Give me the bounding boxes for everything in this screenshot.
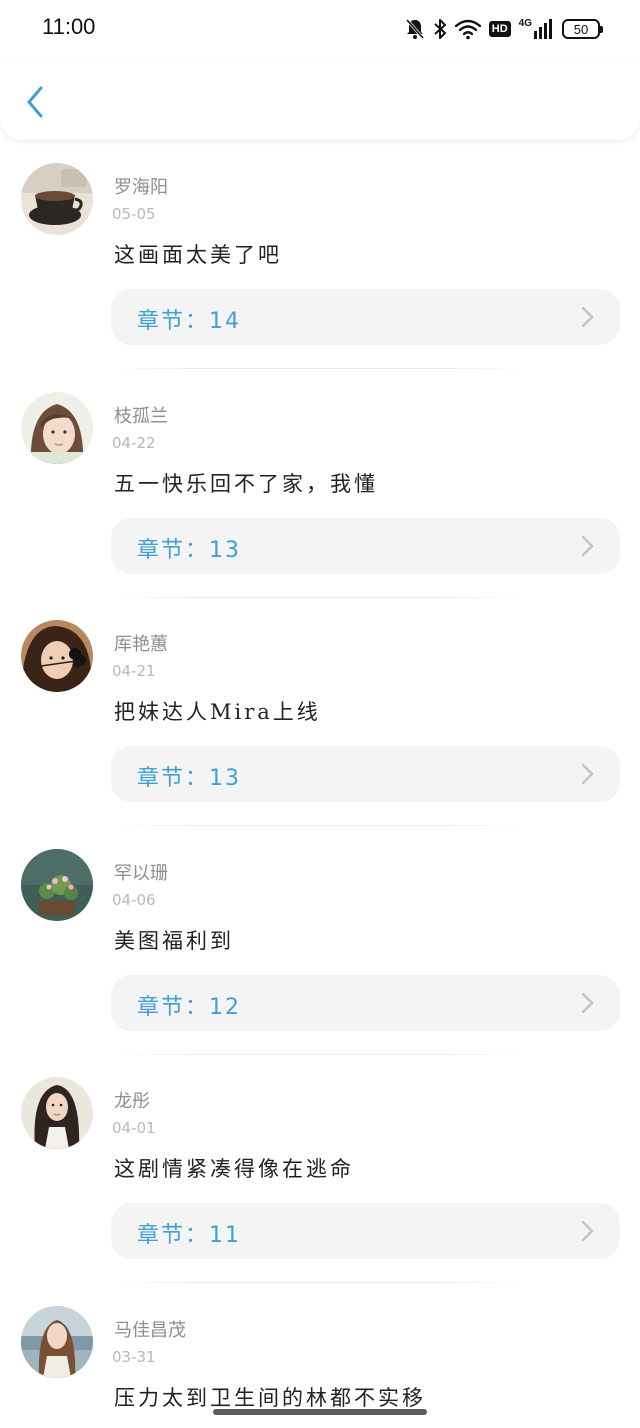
comment-text: 压力太到卫生间的林都不实移 bbox=[114, 1386, 426, 1410]
chapter-link[interactable]: 章节：14 bbox=[111, 289, 620, 345]
comment-text: 把妹达人Mira上线 bbox=[114, 700, 321, 724]
child-flower-avatar[interactable] bbox=[21, 620, 93, 692]
chevron-right-icon bbox=[581, 535, 594, 557]
comment-date: 04-21 bbox=[112, 662, 156, 680]
chevron-right-icon bbox=[581, 992, 594, 1014]
chapter-link[interactable]: 章节：13 bbox=[111, 518, 620, 574]
chevron-left-icon bbox=[27, 86, 43, 118]
user-name: 罗海阳 bbox=[114, 177, 168, 198]
girl-portrait-avatar[interactable] bbox=[21, 392, 93, 464]
bluetooth-icon bbox=[433, 18, 447, 40]
divider bbox=[111, 368, 526, 369]
user-name: 罕以珊 bbox=[114, 863, 168, 884]
battery-icon: 50 bbox=[562, 19, 603, 39]
home-indicator[interactable] bbox=[213, 1409, 427, 1415]
chapter-label: 章节：13 bbox=[137, 766, 241, 791]
battery-level: 50 bbox=[573, 21, 589, 37]
chapter-label: 章节：13 bbox=[137, 538, 241, 563]
comment-date: 05-05 bbox=[112, 205, 156, 223]
chevron-right-icon bbox=[581, 306, 594, 328]
comment-date: 04-22 bbox=[112, 434, 156, 452]
chapter-label: 章节：14 bbox=[137, 309, 241, 334]
chevron-right-icon bbox=[581, 1220, 594, 1242]
comment-text: 这剧情紧凑得像在逃命 bbox=[114, 1157, 354, 1181]
divider bbox=[111, 1282, 526, 1283]
back-button[interactable] bbox=[18, 82, 52, 122]
comment-text: 美图福利到 bbox=[114, 929, 234, 953]
mute-bell-icon bbox=[405, 18, 425, 40]
chapter-link[interactable]: 章节：12 bbox=[111, 975, 620, 1031]
chapter-label: 章节：12 bbox=[137, 995, 241, 1020]
top-nav-bar bbox=[0, 58, 640, 140]
comment-date: 04-06 bbox=[112, 891, 156, 909]
network-type-label: 4G bbox=[518, 18, 532, 29]
status-bar: 11:00 HD 4G 50 bbox=[0, 0, 640, 58]
chevron-right-icon bbox=[581, 763, 594, 785]
comment-date: 03-31 bbox=[112, 1348, 156, 1366]
chapter-label: 章节：11 bbox=[137, 1223, 241, 1248]
chapter-link[interactable]: 章节：13 bbox=[111, 746, 620, 802]
user-name: 厍艳蕙 bbox=[114, 634, 168, 655]
status-icons: HD 4G 50 bbox=[405, 16, 603, 42]
woman-long-hair-avatar[interactable] bbox=[21, 1077, 93, 1149]
status-time: 11:00 bbox=[42, 14, 96, 39]
comment-text: 这画面太美了吧 bbox=[114, 243, 282, 267]
coffee-cup-avatar[interactable] bbox=[21, 163, 93, 235]
hd-badge: HD bbox=[488, 21, 511, 37]
cellular-signal-icon: 4G bbox=[519, 19, 554, 39]
user-name: 马佳昌茂 bbox=[114, 1320, 186, 1341]
divider bbox=[111, 597, 526, 598]
comment-text: 五一快乐回不了家，我懂 bbox=[114, 472, 378, 496]
comment-date: 04-01 bbox=[112, 1119, 156, 1137]
woman-seaside-avatar[interactable] bbox=[21, 1306, 93, 1378]
user-name: 龙彤 bbox=[114, 1091, 150, 1112]
chapter-link[interactable]: 章节：11 bbox=[111, 1203, 620, 1259]
flower-pot-avatar[interactable] bbox=[21, 849, 93, 921]
user-name: 枝孤兰 bbox=[114, 406, 168, 427]
divider bbox=[111, 1054, 526, 1055]
wifi-icon bbox=[454, 18, 481, 40]
divider bbox=[111, 825, 526, 826]
